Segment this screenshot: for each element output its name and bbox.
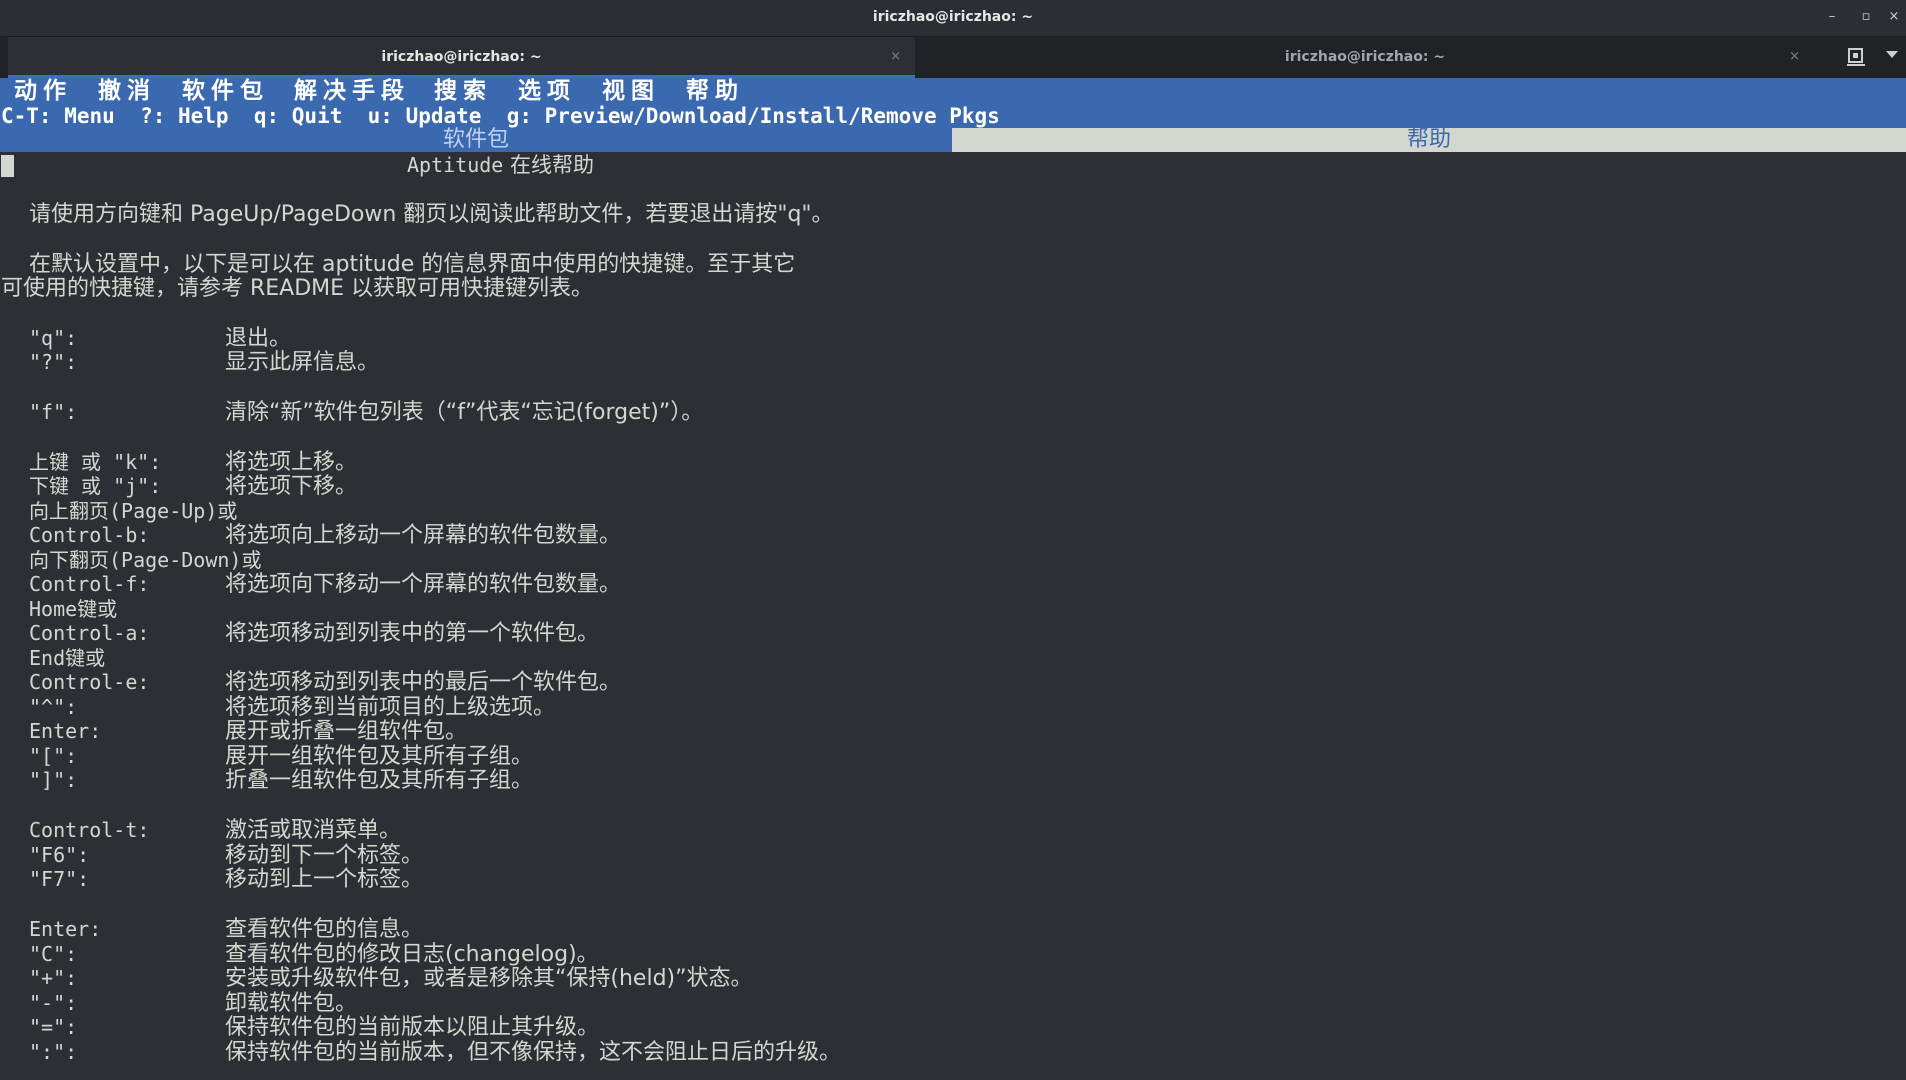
window-titlebar: iriczhao@iriczhao: ~ – ▫ × — [0, 0, 1906, 37]
text-cursor — [1, 155, 14, 177]
view-tab-help[interactable]: 帮助 — [952, 128, 1906, 152]
shortcut-description: 将选项移动到列表中的第一个软件包。 — [225, 621, 600, 646]
menu-search[interactable]: 搜索 — [434, 78, 492, 105]
close-tab-icon[interactable]: × — [1789, 37, 1800, 77]
window-title: iriczhao@iriczhao: ~ — [872, 9, 1034, 25]
help-title-text: 在线帮助 — [503, 153, 595, 177]
shortcut-description: 清除“新”软件包列表（“f”代表“忘记(forget)”）。 — [225, 400, 704, 425]
aptitude-menubar: 动作 撤消 软件包 解决手段 搜索 选项 视图 帮助 — [0, 78, 1906, 105]
shortcut-key: 向上翻页(Page-Up)或 — [29, 499, 238, 523]
shortcut-key: Home键或 — [29, 597, 118, 621]
terminal-tab-1[interactable]: iriczhao@iriczhao: ~ × — [8, 37, 915, 78]
shortcut-key: "+": — [29, 966, 78, 990]
menu-package[interactable]: 软件包 — [182, 78, 269, 105]
shortcut-description: 激活或取消菜单。 — [225, 818, 402, 843]
shortcut-key: "]": — [29, 768, 78, 792]
help-paragraph-line: 在默认设置中，以下是可以在 aptitude 的信息界面中使用的快捷键。至于其它 — [29, 252, 796, 277]
tab-label: iriczhao@iriczhao: ~ — [381, 49, 542, 65]
shortcut-description: 移动到下一个标签。 — [225, 843, 424, 868]
tabs-menu-icon[interactable] — [1886, 51, 1898, 58]
hint-bar: C-T: Menu ?: Help q: Quit u: Update g: P… — [0, 103, 1906, 128]
shortcut-key: Control-f: — [29, 572, 150, 596]
maximize-button[interactable]: ▫ — [1856, 8, 1876, 26]
shortcut-key: "[": — [29, 744, 78, 768]
shortcut-key: "-": — [29, 991, 78, 1015]
shortcut-description: 将选项上移。 — [225, 450, 358, 475]
shortcut-description: 将选项向上移动一个屏幕的软件包数量。 — [225, 523, 622, 548]
shortcut-key: Control-b: — [29, 523, 150, 547]
shortcut-description: 查看软件包的信息。 — [225, 917, 424, 942]
shortcut-description: 将选项向下移动一个屏幕的软件包数量。 — [225, 572, 622, 597]
shortcut-key: 上键 或 "k": — [29, 450, 162, 474]
shortcut-description: 将选项下移。 — [225, 474, 358, 499]
shortcut-description: 退出。 — [225, 326, 292, 351]
shortcut-description: 移动到上一个标签。 — [225, 867, 424, 892]
shortcut-description: 展开或折叠一组软件包。 — [225, 719, 468, 744]
shortcut-description: 将选项移到当前项目的上级选项。 — [225, 695, 556, 720]
close-window-button[interactable]: × — [1884, 8, 1904, 26]
help-title: Aptitude 在线帮助 — [407, 153, 594, 178]
shortcut-key: "^": — [29, 695, 78, 719]
tab-bar: iriczhao@iriczhao: ~ × iriczhao@iriczhao… — [0, 37, 1906, 78]
help-intro: 请使用方向键和 PageUp/PageDown 翻页以阅读此帮助文件，若要退出请… — [29, 202, 834, 227]
shortcut-key: "F7": — [29, 867, 90, 891]
menu-actions[interactable]: 动作 — [14, 78, 72, 105]
shortcut-key: ":": — [29, 1040, 78, 1064]
help-title-app: Aptitude — [407, 153, 504, 177]
shortcut-key: Control-a: — [29, 621, 150, 645]
shortcut-key: 下键 或 "j": — [29, 474, 162, 498]
menu-help[interactable]: 帮助 — [686, 78, 744, 105]
terminal-tab-2[interactable]: iriczhao@iriczhao: ~ × — [916, 37, 1814, 78]
shortcut-key: "C": — [29, 942, 78, 966]
shortcut-key: "=": — [29, 1015, 78, 1039]
shortcut-description: 保持软件包的当前版本以阻止其升级。 — [225, 1015, 600, 1040]
shortcut-key: "f": — [29, 400, 78, 424]
shortcut-description: 折叠一组软件包及其所有子组。 — [225, 768, 534, 793]
shortcut-key: 向下翻页(Page-Down)或 — [29, 548, 262, 572]
shortcut-description: 卸载软件包。 — [225, 991, 358, 1016]
shortcut-key: "F6": — [29, 843, 90, 867]
shortcut-key: Control-t: — [29, 818, 150, 842]
shortcut-description: 保持软件包的当前版本，但不像保持，这不会阻止日后的升级。 — [225, 1040, 842, 1065]
view-tab-packages[interactable]: 软件包 — [0, 128, 952, 152]
help-paragraph-line: 可使用的快捷键，请参考 README 以获取可用快捷键列表。 — [1, 276, 594, 301]
shortcut-description: 安装或升级软件包，或者是移除其“保持(held)”状态。 — [225, 966, 753, 991]
shortcut-key: End键或 — [29, 646, 106, 670]
new-tab-icon[interactable] — [1844, 45, 1868, 69]
terminal-area[interactable]: 动作 撤消 软件包 解决手段 搜索 选项 视图 帮助 C-T: Menu ?: … — [0, 78, 1906, 1080]
shortcut-key: "?": — [29, 350, 78, 374]
shortcut-description: 将选项移动到列表中的最后一个软件包。 — [225, 670, 622, 695]
shortcut-description: 查看软件包的修改日志(changelog)。 — [225, 942, 599, 967]
shortcut-description: 展开一组软件包及其所有子组。 — [225, 744, 534, 769]
shortcut-description: 显示此屏信息。 — [225, 350, 380, 375]
tab-label: iriczhao@iriczhao: ~ — [1284, 49, 1446, 65]
shortcut-key: Enter: — [29, 917, 102, 941]
menu-undo[interactable]: 撤消 — [98, 78, 156, 105]
shortcut-key: Enter: — [29, 719, 102, 743]
menu-resolver[interactable]: 解决手段 — [294, 78, 410, 105]
shortcut-key: "q": — [29, 326, 78, 350]
minimize-button[interactable]: – — [1822, 8, 1842, 26]
menu-views[interactable]: 视图 — [602, 78, 660, 105]
close-tab-icon[interactable]: × — [890, 37, 901, 77]
shortcut-key: Control-e: — [29, 670, 150, 694]
key-hints: C-T: Menu ?: Help q: Quit u: Update g: P… — [1, 104, 1000, 128]
menu-options[interactable]: 选项 — [518, 78, 576, 105]
